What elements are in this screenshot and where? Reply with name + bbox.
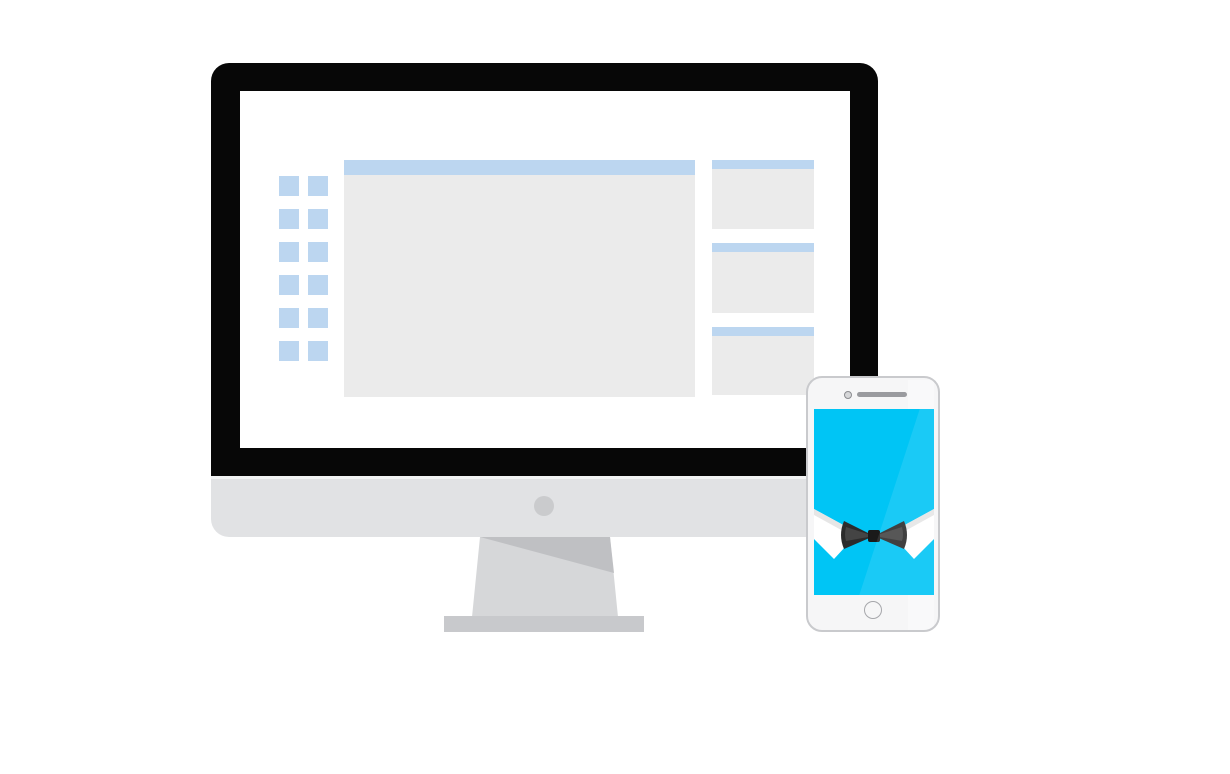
main-content-panel [344, 160, 695, 397]
app-tile-icon [308, 176, 328, 196]
side-panel-middle [712, 243, 814, 313]
monitor-screen [240, 91, 850, 448]
home-button-icon [864, 601, 882, 619]
app-tile-icon [308, 209, 328, 229]
side-panel-bottom [712, 327, 814, 395]
camera-icon [844, 391, 852, 399]
phone-screen [814, 409, 934, 595]
app-tile-icon [308, 308, 328, 328]
monitor-chin-highlight [211, 476, 878, 479]
monitor-stand-base [444, 616, 644, 632]
monitor-chin [211, 476, 878, 537]
app-tile-icon [308, 242, 328, 262]
app-tile-icon [308, 275, 328, 295]
side-panel-top [712, 160, 814, 229]
side-panel-header [712, 160, 814, 169]
side-panel-header [712, 327, 814, 336]
speaker-grille [857, 392, 907, 397]
app-tile-icon [279, 308, 299, 328]
monitor-bezel [211, 63, 878, 476]
main-panel-header [344, 160, 695, 175]
app-tile-icon [279, 209, 299, 229]
app-tile-icon [279, 275, 299, 295]
side-panel-header [712, 243, 814, 252]
app-tile-icon [279, 341, 299, 361]
devices-illustration [0, 0, 1230, 774]
power-button-icon [534, 496, 554, 516]
app-tile-icon [279, 176, 299, 196]
app-tile-icon [279, 242, 299, 262]
smartphone [806, 376, 940, 632]
app-tile-icon [308, 341, 328, 361]
